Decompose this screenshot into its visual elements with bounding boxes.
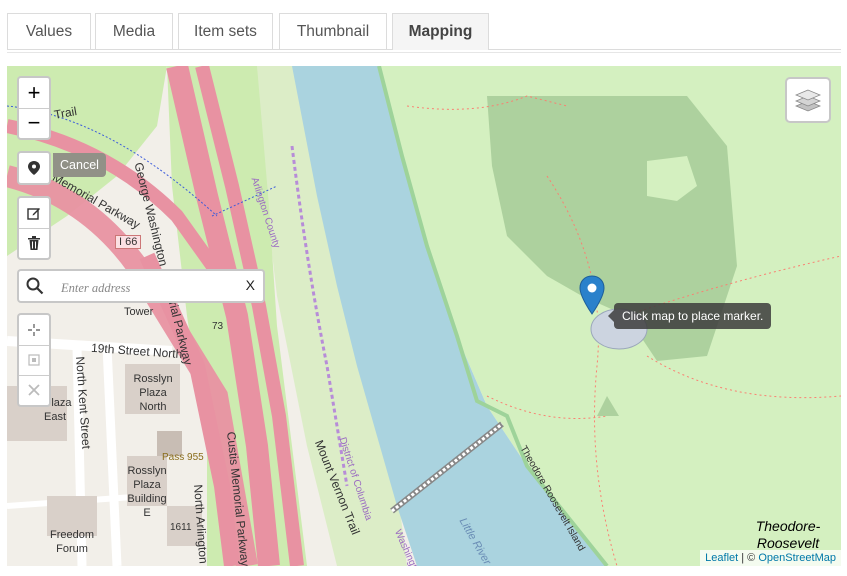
- crosshair-icon: [28, 324, 40, 336]
- leaflet-link[interactable]: Leaflet: [705, 552, 738, 564]
- trash-icon: [28, 236, 40, 250]
- zoom-control: + −: [17, 76, 51, 140]
- placement-tooltip: Click map to place marker.: [607, 303, 772, 329]
- edit-control: [17, 196, 51, 260]
- geocoder-control: X: [17, 269, 265, 303]
- openstreetmap-link[interactable]: OpenStreetMap: [758, 552, 836, 564]
- tab-media[interactable]: Media: [95, 13, 173, 49]
- tab-thumbnail[interactable]: Thumbnail: [279, 13, 387, 49]
- tab-mapping[interactable]: Mapping: [392, 13, 489, 50]
- map-pin-icon: [28, 161, 40, 175]
- cancel-button[interactable]: Cancel: [53, 153, 106, 177]
- edit-icon: [27, 208, 40, 220]
- map-label-pass-955: Pass 955: [162, 452, 204, 463]
- fit-bounds-button[interactable]: [19, 315, 49, 345]
- map-label-rosslyn-plaza-building: Rosslyn Plaza Building E: [127, 465, 167, 519]
- map-label-freedom-forum: Freedom Forum: [49, 529, 95, 555]
- default-view-button[interactable]: [19, 345, 49, 375]
- layers-icon: [795, 89, 821, 112]
- frame-icon: [28, 354, 40, 366]
- address-search-input[interactable]: [59, 277, 238, 299]
- geocoder-clear-button[interactable]: X: [246, 277, 255, 293]
- tab-values[interactable]: Values: [7, 13, 91, 49]
- clear-view-button[interactable]: [19, 375, 49, 405]
- close-icon: [28, 384, 40, 396]
- zoom-in-button[interactable]: +: [19, 78, 49, 108]
- delete-layers-button[interactable]: [19, 228, 49, 258]
- zoom-out-button[interactable]: −: [19, 108, 49, 138]
- layers-control[interactable]: [785, 77, 831, 123]
- map-label-73: 73: [212, 321, 224, 332]
- tab-item-sets[interactable]: Item sets: [178, 13, 273, 49]
- map-marker-icon[interactable]: [579, 275, 605, 315]
- map-label-rosslyn-plaza-north: Rosslyn Plaza North: [133, 373, 173, 413]
- map-label-i66: I 66: [115, 235, 142, 249]
- map-label-tower: Tower: [124, 306, 154, 318]
- search-icon[interactable]: [26, 277, 44, 295]
- attribution-separator: | ©: [738, 552, 759, 564]
- tab-bar: Values Media Item sets Thumbnail Mapping: [7, 13, 841, 50]
- edit-layers-button[interactable]: [19, 198, 49, 228]
- map-label-tr-island-title: Theodore-Roosevelt: [755, 518, 821, 551]
- draw-marker-button[interactable]: [19, 153, 49, 183]
- tab-divider: [7, 52, 841, 53]
- map-label-1611: 1611: [170, 522, 192, 533]
- draw-marker-control: [17, 151, 51, 185]
- map-panel[interactable]: Trail Memorial Parkway George Washington…: [7, 66, 841, 566]
- map-attribution: Leaflet | © OpenStreetMap: [700, 550, 841, 566]
- extent-control: [17, 313, 51, 407]
